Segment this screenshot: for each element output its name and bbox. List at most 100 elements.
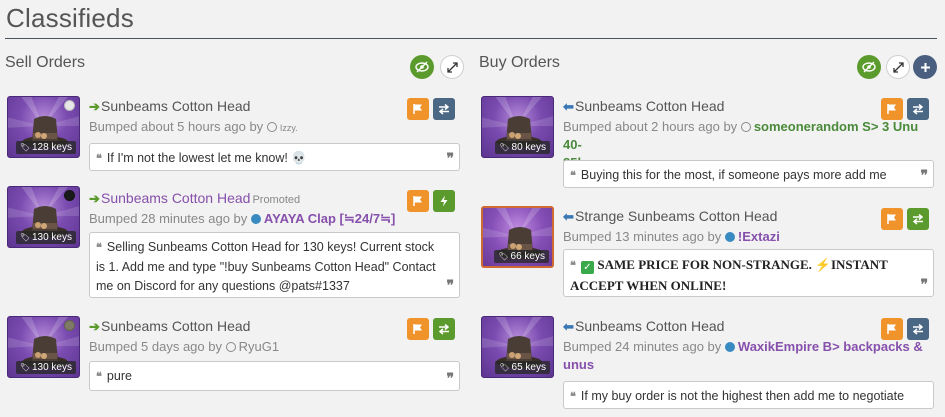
item-name-line: ⬅Strange Sunbeams Cotton Head xyxy=(563,208,934,226)
sell-listing: 🏷 128 keys ➔Sunbeams Cotton Head Bumped a… xyxy=(5,96,465,171)
arrow-right-icon: ➔ xyxy=(89,191,100,206)
item-thumbnail[interactable]: 🏷 130 keys xyxy=(7,186,80,248)
user-name[interactable]: RyuG1 xyxy=(239,339,279,354)
item-name[interactable]: Sunbeams Cotton Head xyxy=(101,318,250,334)
toggle-visibility-button[interactable] xyxy=(857,55,881,79)
report-button[interactable] xyxy=(881,208,903,230)
sell-orders-title: Sell Orders xyxy=(5,54,86,71)
item-thumbnail[interactable]: 🏷 80 keys xyxy=(481,96,554,158)
expand-button[interactable] xyxy=(440,55,464,79)
trade-button[interactable] xyxy=(907,318,929,340)
online-status-icon xyxy=(250,214,261,224)
flag-icon xyxy=(412,195,424,207)
user-name[interactable]: Izzy. xyxy=(280,123,298,133)
buy-orders-header: Buy Orders xyxy=(479,50,939,80)
promoted-label: Promoted xyxy=(252,194,301,206)
sell-listing: 🏷 130 keys ➔Sunbeams Cotton Head Promoted … xyxy=(5,186,465,298)
bump-meta: Bumped about 5 hours ago by Izzy. xyxy=(89,118,460,137)
user-name[interactable]: WaxikEmpire B> backpacks & xyxy=(738,339,923,354)
user-name[interactable]: !Extazi xyxy=(738,229,780,244)
item-thumbnail[interactable]: 🏷 128 keys xyxy=(7,96,80,158)
trade-button[interactable] xyxy=(907,208,929,230)
item-name-line: ➔Sunbeams Cotton Head Promoted xyxy=(89,190,460,208)
toggle-visibility-button[interactable] xyxy=(410,55,434,79)
bump-meta: Bumped 28 minutes ago by AYAYA Clap [≒24… xyxy=(89,210,460,228)
listing-comment: ❝ If my buy order is not the highest then… xyxy=(563,381,934,409)
trade-button[interactable] xyxy=(433,318,455,340)
bump-meta: Bumped 5 days ago by RyuG1 xyxy=(89,338,460,356)
item-name[interactable]: Strange Sunbeams Cotton Head xyxy=(575,208,777,224)
lightning-icon: ⚡ xyxy=(815,258,831,272)
price-label: 65 keys xyxy=(511,362,546,373)
listing-actions xyxy=(407,98,455,120)
report-button[interactable] xyxy=(407,98,429,120)
quote-open-icon: ❝ xyxy=(570,170,576,182)
eye-slash-icon xyxy=(862,61,876,73)
flag-icon xyxy=(886,103,898,115)
listing-actions xyxy=(881,98,929,120)
tag-icon: 🏷 xyxy=(19,143,30,152)
price-tag: 🏷 130 keys xyxy=(15,361,76,374)
tag-icon: 🏷 xyxy=(19,233,30,242)
flag-icon xyxy=(412,323,424,335)
expand-icon xyxy=(892,61,904,73)
item-name[interactable]: Sunbeams Cotton Head xyxy=(575,318,724,334)
report-button[interactable] xyxy=(881,318,903,340)
bump-text: Bumped about 2 hours ago by xyxy=(563,119,738,134)
item-thumbnail[interactable]: 🏷 130 keys xyxy=(7,316,80,378)
report-button[interactable] xyxy=(407,190,429,212)
arrow-right-icon: ➔ xyxy=(89,319,100,334)
user-name-continued[interactable]: unus xyxy=(563,357,594,372)
buy-orders-title: Buy Orders xyxy=(479,54,560,71)
listing-comment: ❝ ✓ SAME PRICE FOR NON-STRANGE. ⚡INSTANT A… xyxy=(563,249,934,297)
flag-icon xyxy=(412,103,424,115)
item-name[interactable]: Sunbeams Cotton Head xyxy=(575,98,724,114)
item-thumbnail[interactable]: 🏷 65 keys xyxy=(481,316,554,378)
tag-icon: 🏷 xyxy=(498,252,509,261)
quote-open-icon: ❝ xyxy=(96,371,102,383)
item-name[interactable]: Sunbeams Cotton Head xyxy=(101,190,250,206)
offline-status-icon xyxy=(225,342,236,352)
quote-close-icon: ❞ xyxy=(920,276,928,292)
comment-text: pure xyxy=(106,369,132,383)
flag-icon xyxy=(886,213,898,225)
flag-icon xyxy=(886,323,898,335)
instant-trade-button[interactable] xyxy=(433,190,455,212)
bump-text: Bumped 28 minutes ago by xyxy=(89,211,248,226)
bump-text: Bumped about 5 hours ago by xyxy=(89,119,264,134)
listing-actions xyxy=(881,208,929,230)
comment-text: If my buy order is not the highest then … xyxy=(580,389,905,403)
comment-text: Selling Sunbeams Cotton Head for 130 key… xyxy=(96,240,436,293)
add-listing-button[interactable] xyxy=(913,55,937,79)
listing-comment: ❝ Buying this for the most, if someone pa… xyxy=(563,160,934,188)
trade-button[interactable] xyxy=(907,98,929,120)
lightning-icon xyxy=(438,195,450,207)
comment-text-line2: ACCEPT WHEN ONLINE! xyxy=(570,278,727,293)
listing-actions xyxy=(881,318,929,340)
item-thumbnail[interactable]: 🏷 66 keys xyxy=(481,206,554,268)
tag-icon: 🏷 xyxy=(499,363,510,372)
quote-close-icon: ❞ xyxy=(446,150,454,166)
checkmark-icon: ✓ xyxy=(580,261,594,274)
exchange-icon xyxy=(438,323,450,335)
listing-comment: ❝ If I'm not the lowest let me know! 💀 ❞ xyxy=(89,143,460,171)
quote-open-icon: ❝ xyxy=(570,260,576,272)
comment-text-continued: INSTANT xyxy=(830,257,888,272)
price-tag: 🏷 65 keys xyxy=(495,361,550,374)
sell-listing: 🏷 130 keys ➔Sunbeams Cotton Head Bumped 5… xyxy=(5,316,465,391)
buy-listing: 🏷 66 keys ⬅Strange Sunbeams Cotton Head B… xyxy=(479,206,939,300)
expand-button[interactable] xyxy=(886,55,910,79)
report-button[interactable] xyxy=(407,318,429,340)
trade-button[interactable] xyxy=(433,98,455,120)
offline-status-icon xyxy=(740,122,751,132)
report-button[interactable] xyxy=(881,98,903,120)
exchange-icon xyxy=(912,213,924,225)
price-label: 130 keys xyxy=(31,232,72,243)
listing-actions xyxy=(407,190,455,212)
item-name[interactable]: Sunbeams Cotton Head xyxy=(101,98,250,114)
user-name[interactable]: AYAYA Clap [≒24/7≒] xyxy=(264,211,395,226)
listing-actions xyxy=(407,318,455,340)
bump-text: Bumped 24 minutes ago by xyxy=(563,339,722,354)
price-tag: 🏷 130 keys xyxy=(15,231,76,244)
buy-listing: 🏷 65 keys ⬅Sunbeams Cotton Head Bumped 24… xyxy=(479,316,939,410)
